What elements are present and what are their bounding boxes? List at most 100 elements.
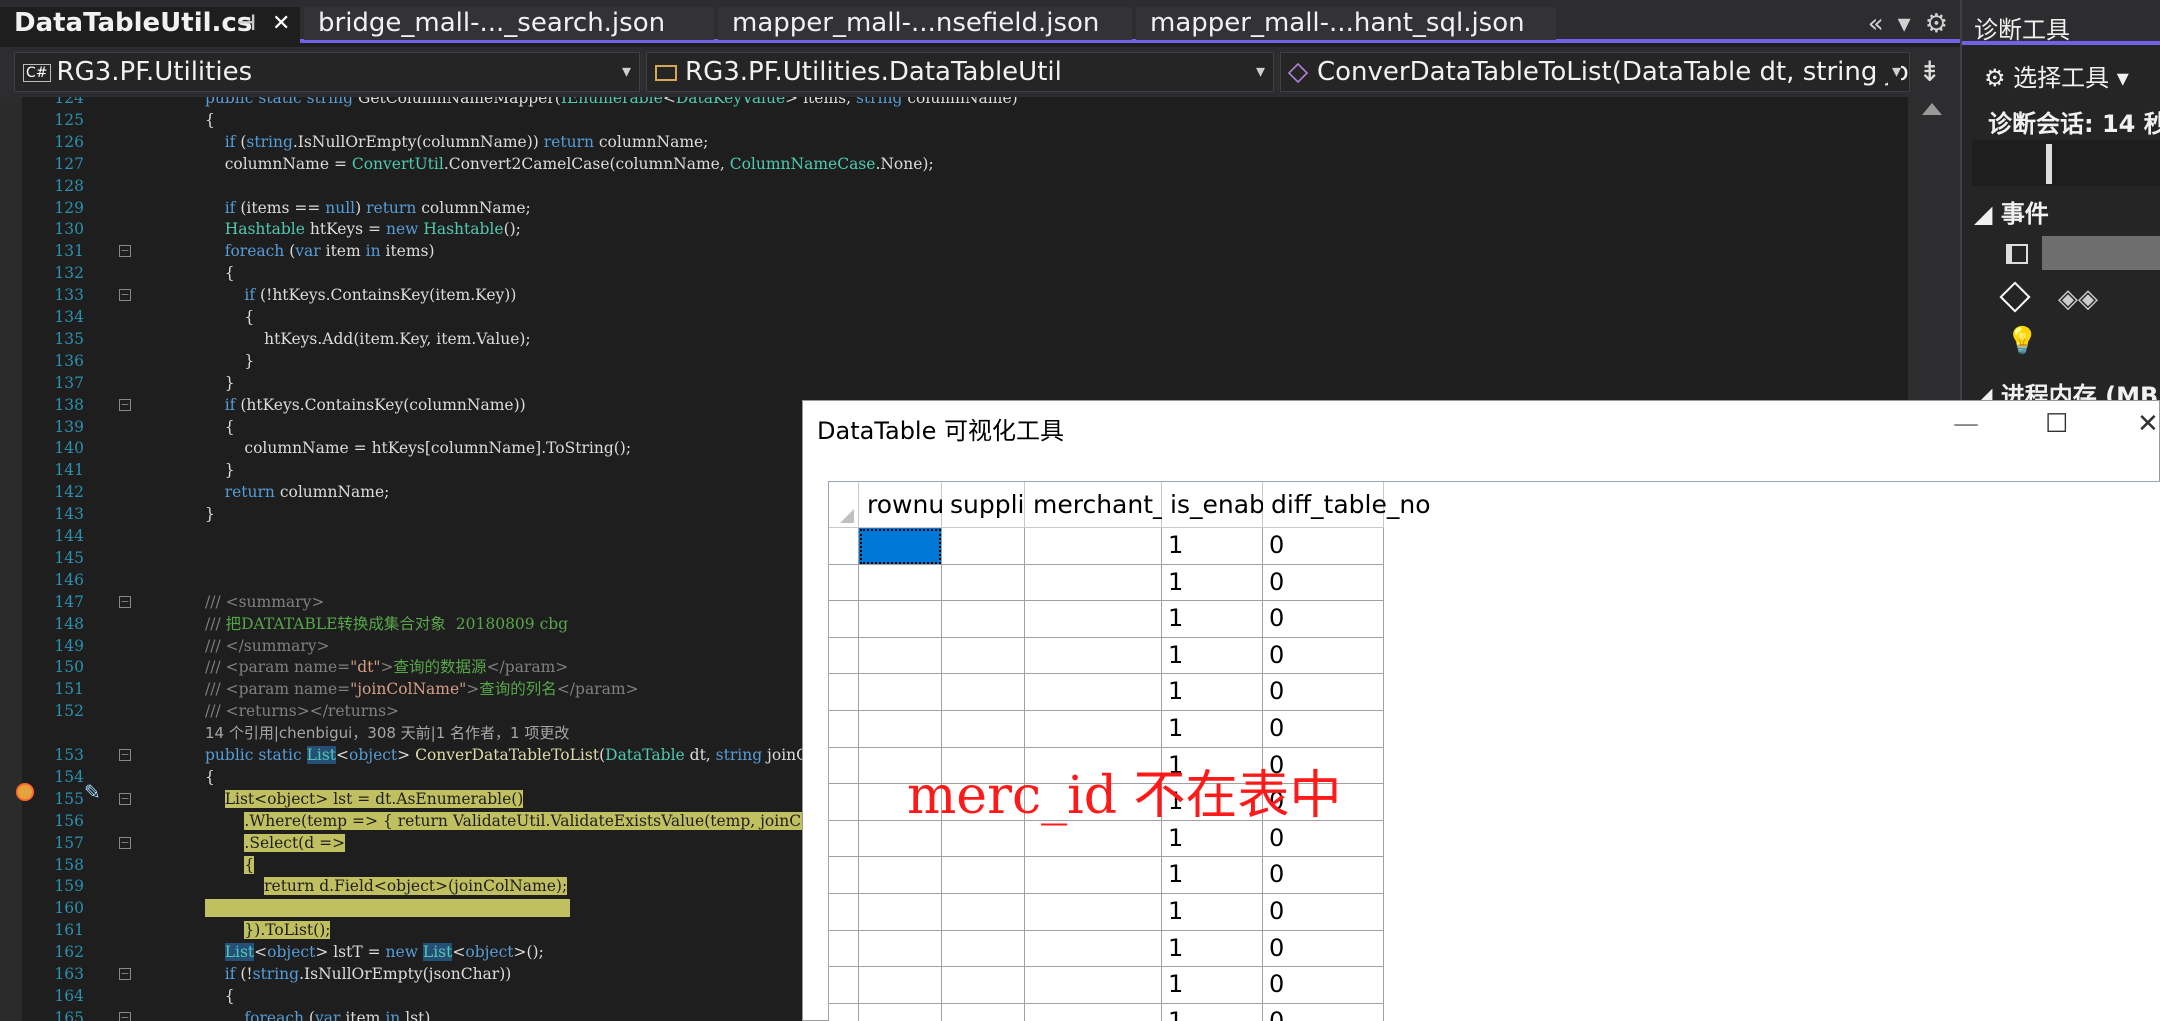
code-line[interactable]: 127 columnName = ConvertUtil.Convert2Cam… <box>0 153 1908 175</box>
close-button[interactable]: ✕ <box>2137 409 2159 439</box>
collapse-icon[interactable]: − <box>119 749 131 761</box>
code-line[interactable]: 137 } <box>0 372 1908 394</box>
collapse-icon[interactable]: − <box>119 968 131 980</box>
tab-dropdown-icon[interactable]: ▾ <box>1898 9 1911 39</box>
row-header[interactable] <box>829 894 859 931</box>
row-header[interactable] <box>829 930 859 968</box>
collapse-icon[interactable]: − <box>119 289 131 302</box>
row-header[interactable] <box>829 711 859 748</box>
cell-is_enabled[interactable]: 1 <box>1162 930 1263 968</box>
tab-datatableutil[interactable]: DataTableUtil.cs ⊣ ✕ <box>0 7 300 43</box>
cell-merchant_user[interactable] <box>1025 967 1162 1004</box>
cell-diff_table_no[interactable]: 0 <box>1263 711 1384 748</box>
code-line[interactable]: 131 − foreach (var item in items) <box>0 240 1908 262</box>
cell-diff_table_no[interactable]: 0 <box>1263 564 1384 602</box>
column-header-diff_table_no[interactable]: diff_table_no <box>1263 482 1431 528</box>
cell-rownum[interactable] <box>859 711 942 748</box>
cell-merchant_user[interactable] <box>1025 857 1162 894</box>
row-header[interactable] <box>829 601 859 638</box>
column-header-supplier[interactable]: supplier <box>942 482 1050 528</box>
cell-rownum[interactable] <box>859 967 942 1004</box>
code-line[interactable]: 134 { <box>0 306 1908 328</box>
cell-is_enabled[interactable]: 1 <box>1162 601 1263 638</box>
maximize-button[interactable]: ☐ <box>2045 409 2068 439</box>
pin-icon[interactable]: ⊣ <box>236 7 256 40</box>
row-header[interactable] <box>829 784 859 821</box>
code-line[interactable]: 135 htKeys.Add(item.Key, item.Value); <box>0 328 1908 350</box>
code-line[interactable]: 133 − if (!htKeys.ContainsKey(item.Key)) <box>0 284 1908 306</box>
code-line[interactable]: 124 public static string GetColumnNameMap… <box>0 97 1908 109</box>
close-icon[interactable]: ✕ <box>272 7 290 40</box>
code-line[interactable]: 126 if (string.IsNullOrEmpty(columnName)… <box>0 131 1908 153</box>
cell-rownum[interactable] <box>859 930 942 968</box>
collapse-icon[interactable]: − <box>119 792 131 805</box>
cell-diff_table_no[interactable]: 0 <box>1263 601 1384 638</box>
cell-supplier[interactable] <box>942 601 1025 638</box>
code-line[interactable]: 128 <box>0 175 1908 197</box>
tab-overflow-icon[interactable]: « <box>1868 9 1884 39</box>
cell-supplier[interactable] <box>942 528 1025 565</box>
settings-icon[interactable]: ⚙ <box>1925 9 1948 39</box>
cell-is_enabled[interactable]: 1 <box>1162 1003 1263 1021</box>
cell-supplier[interactable] <box>942 637 1025 675</box>
cell-diff_table_no[interactable]: 0 <box>1263 930 1384 968</box>
select-all-corner[interactable] <box>829 482 859 528</box>
cell-rownum[interactable] <box>859 1003 942 1021</box>
tab-mapper-mall-responsefield[interactable]: mapper_mall-...nsefield.json <box>718 7 1132 40</box>
cell-supplier[interactable] <box>942 894 1025 931</box>
project-dropdown[interactable]: C# RG3.PF.Utilities ▾ <box>14 52 640 92</box>
code-line[interactable]: 129 if (items == null) return columnName… <box>0 197 1908 219</box>
cell-diff_table_no[interactable]: 0 <box>1263 894 1384 931</box>
row-header[interactable] <box>829 820 859 858</box>
cell-diff_table_no[interactable]: 0 <box>1263 1003 1384 1021</box>
column-header-rownum[interactable]: rownum <box>859 482 969 528</box>
class-dropdown[interactable]: RG3.PF.Utilities.DataTableUtil ▾ <box>646 52 1274 92</box>
cell-diff_table_no[interactable]: 0 <box>1263 674 1384 711</box>
events-section[interactable]: ◢ 事件 <box>1974 194 2049 229</box>
cell-merchant_user[interactable] <box>1025 564 1162 602</box>
collapse-icon[interactable]: − <box>119 836 131 849</box>
row-header[interactable] <box>829 564 859 602</box>
code-line[interactable]: 136 } <box>0 350 1908 372</box>
cell-supplier[interactable] <box>942 674 1025 711</box>
collapse-icon[interactable]: − <box>119 1011 131 1021</box>
cell-is_enabled[interactable]: 1 <box>1162 528 1263 565</box>
code-line[interactable]: 125 { <box>0 109 1908 131</box>
row-header[interactable] <box>829 1003 859 1021</box>
tab-bridge-mall-search[interactable]: bridge_mall-..._search.json <box>304 7 714 40</box>
scroll-up-icon[interactable] <box>1922 103 1942 115</box>
row-header[interactable] <box>829 857 859 894</box>
collapse-icon[interactable]: − <box>119 398 131 411</box>
cell-supplier[interactable] <box>942 857 1025 894</box>
cell-merchant_user[interactable] <box>1025 674 1162 711</box>
breakpoint-arrow-icon[interactable] <box>16 783 34 801</box>
cell-is_enabled[interactable]: 1 <box>1162 564 1263 602</box>
column-header-is_enabled[interactable]: is_enabled <box>1162 482 1303 528</box>
cell-merchant_user[interactable] <box>1025 930 1162 968</box>
cell-merchant_user[interactable] <box>1025 1003 1162 1021</box>
column-header-merchant_user[interactable]: merchant_user <box>1025 482 1220 528</box>
collapse-icon[interactable]: − <box>119 245 131 258</box>
cell-rownum[interactable] <box>859 674 942 711</box>
data-grid[interactable]: rownum supplier merchant_user is_enabled dif… <box>828 481 2160 1021</box>
row-header[interactable] <box>829 967 859 1004</box>
cell-is_enabled[interactable]: 1 <box>1162 711 1263 748</box>
cell-merchant_user[interactable] <box>1025 711 1162 748</box>
cell-rownum[interactable] <box>859 601 942 638</box>
row-header[interactable] <box>829 637 859 675</box>
cell-is_enabled[interactable]: 1 <box>1162 674 1263 711</box>
code-line[interactable]: 130 Hashtable htKeys = new Hashtable(); <box>0 218 1908 240</box>
tab-mapper-mall-merchant-sql[interactable]: mapper_mall-...hant_sql.json <box>1136 7 1556 40</box>
cell-supplier[interactable] <box>942 1003 1025 1021</box>
cell-merchant_user[interactable] <box>1025 637 1162 675</box>
row-header[interactable] <box>829 528 859 565</box>
cell-rownum[interactable] <box>859 637 942 675</box>
cell-rownum[interactable] <box>859 528 942 565</box>
cell-merchant_user[interactable] <box>1025 528 1162 565</box>
cell-supplier[interactable] <box>942 711 1025 748</box>
cell-is_enabled[interactable]: 1 <box>1162 637 1263 675</box>
cell-diff_table_no[interactable]: 0 <box>1263 967 1384 1004</box>
cell-rownum[interactable] <box>859 857 942 894</box>
cell-merchant_user[interactable] <box>1025 894 1162 931</box>
cell-diff_table_no[interactable]: 0 <box>1263 857 1384 894</box>
